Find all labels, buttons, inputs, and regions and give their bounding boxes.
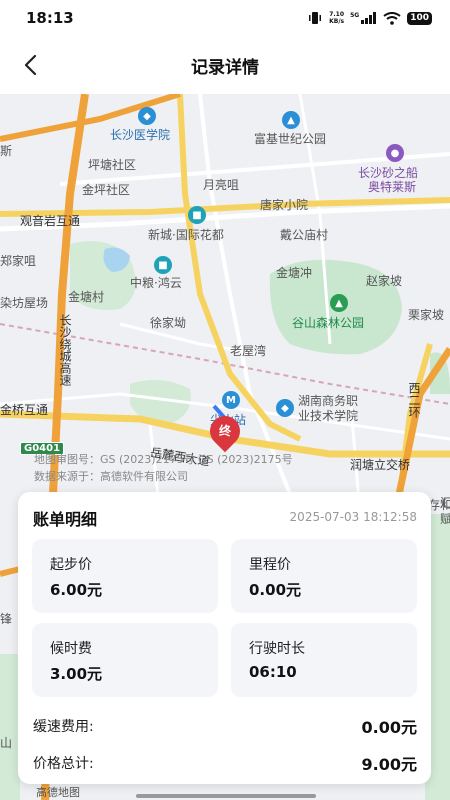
chevron-left-icon: [24, 54, 37, 76]
map-label: 谷山森林公园: [292, 316, 365, 330]
school-icon: ◆: [138, 107, 156, 125]
fee-box-waiting: 候时费 3.00元: [32, 623, 218, 697]
page-title: 记录详情: [191, 57, 259, 78]
fee-value: 3.00元: [50, 665, 103, 683]
map-label: 业技术学院: [298, 409, 359, 423]
app-header: 记录详情: [0, 36, 450, 94]
map-label: 染坊屋场: [0, 296, 49, 310]
back-button[interactable]: [18, 53, 42, 77]
map-label: 观音岩互通: [20, 214, 81, 228]
slow-fee-label: 缓速费用:: [33, 719, 94, 735]
map-label: 金塘村: [68, 290, 105, 304]
map-label: 金桥互通: [0, 403, 49, 417]
shopping-icon: ●: [386, 144, 404, 162]
signal-type: 5G: [350, 11, 360, 19]
map-label: 坪塘社区: [88, 158, 137, 172]
fee-value: 6.00元: [50, 581, 103, 599]
end-marker[interactable]: 终: [203, 409, 247, 454]
map-copyright: 数据来源于：高德软件有限公司: [34, 470, 188, 483]
fee-box-base: 起步价 6.00元: [32, 539, 218, 613]
fee-label: 里程价: [249, 557, 291, 573]
map-label: 戴公庙村: [280, 228, 329, 242]
status-time: 18:13: [26, 9, 74, 27]
status-bar: 18:13 7.10 KB/s 5G 100: [0, 0, 450, 36]
map-label: 长沙医学院: [110, 128, 171, 142]
map-label: 赵家坡: [366, 274, 403, 288]
map-label: 金坪社区: [82, 183, 131, 197]
bill-date: 2025-07-03 18:12:58: [289, 510, 417, 524]
fee-label: 起步价: [50, 557, 92, 573]
home-indicator[interactable]: [136, 794, 316, 798]
total-value: 9.00元: [361, 755, 417, 774]
total-label: 价格总计:: [33, 756, 94, 772]
map-label: 长沙绕城高速: [58, 314, 72, 386]
map-label: 锋: [0, 612, 13, 626]
map-label: 金塘冲: [276, 266, 313, 280]
map-label: 月亮咀: [203, 178, 240, 192]
map-label: 润塘立交桥: [350, 458, 411, 472]
map-label: 西二环: [407, 382, 421, 418]
map-label: 新城·国际花都: [148, 228, 224, 242]
fee-box-mileage: 里程价 0.00元: [231, 539, 417, 613]
wifi-icon: [383, 11, 401, 25]
metro-station-icon: M: [222, 391, 240, 409]
map-label: 中粮·鸿云: [130, 276, 182, 290]
forest-park-icon: ▲: [330, 294, 348, 312]
fee-value: 0.00元: [249, 581, 302, 599]
slow-fee-value: 0.00元: [361, 718, 417, 737]
status-icons: 7.10 KB/s 5G 100: [307, 11, 432, 25]
fee-label: 行驶时长: [249, 641, 305, 657]
fee-value: 06:10: [249, 663, 297, 681]
map-label: 徐家坳: [150, 316, 187, 330]
vibrate-icon: [309, 12, 322, 24]
map-label: 斯: [0, 144, 13, 158]
building-icon: ■: [154, 256, 172, 274]
map-label: 唐家小院: [260, 198, 309, 212]
map-label: 栗家坡: [408, 308, 445, 322]
map-label: 山: [0, 736, 13, 750]
bill-card: 账单明细 2025-07-03 18:12:58 起步价 6.00元 里程价 0…: [18, 492, 431, 784]
fee-box-duration: 行驶时长 06:10: [231, 623, 417, 697]
map-copyright: 地图审图号：GS (2023)2175号 GS (2023)2175号: [34, 453, 293, 466]
net-speed: 7.10 KB/s: [329, 11, 345, 25]
school-icon: ◆: [276, 399, 294, 417]
bill-title: 账单明细: [33, 510, 98, 529]
map-label: 老屋湾: [230, 344, 267, 358]
map-label: 奥特莱斯: [368, 180, 417, 194]
map-label: 富基世纪公园: [254, 132, 327, 146]
park-icon: ▲: [282, 111, 300, 129]
amap-logo: 高德地图: [36, 786, 80, 799]
map-label: 赋: [440, 512, 450, 526]
building-icon: ■: [188, 206, 206, 224]
signal-icon: [361, 12, 377, 24]
map-label: 郑家咀: [0, 254, 37, 268]
battery-indicator: 100: [407, 11, 432, 25]
fee-label: 候时费: [50, 641, 92, 657]
